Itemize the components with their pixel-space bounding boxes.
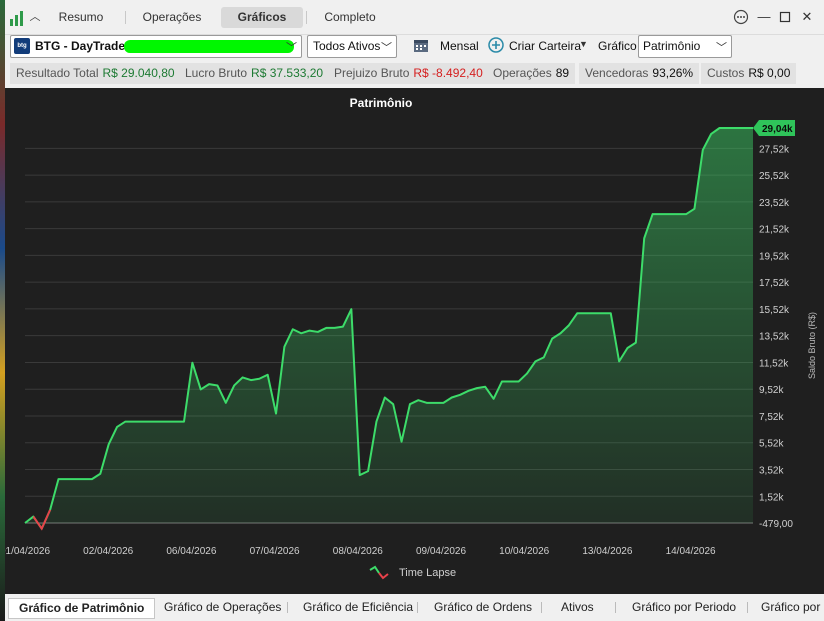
x-tick-label: 14/04/2026 — [666, 546, 716, 557]
tab-grafico-eficiencia[interactable]: Gráfico de Eficiência — [303, 598, 413, 617]
tab-graficos[interactable]: Gráficos — [221, 7, 303, 28]
stat-value: R$ -8.492,40 — [413, 66, 483, 80]
x-tick-label: 02/04/2026 — [83, 546, 133, 557]
stat-value: 89 — [555, 66, 570, 80]
series-area — [25, 128, 753, 529]
create-portfolio-button[interactable]: Criar Carteira — [509, 39, 581, 53]
account-select[interactable]: btg BTG - DayTrade ﹀ — [10, 35, 302, 58]
x-tick-label: 01/04/2026 — [5, 546, 50, 557]
summary-stats: Resultado Total R$ 29.040,80 Lucro Bruto R… — [5, 61, 824, 87]
bottom-tab-bar: Gráfico de Patrimônio Gráfico de Operaçõ… — [5, 595, 824, 621]
toolbar: btg BTG - DayTrade ﹀ Todos Ativos ﹀ Mens… — [5, 34, 824, 60]
y-tick-label: 27,52k — [759, 144, 790, 155]
y-tick-label: 13,52k — [759, 332, 790, 343]
tab-grafico-por-c[interactable]: Gráfico por C — [761, 598, 824, 617]
stat-label: Prejuizo Bruto — [334, 66, 410, 80]
y-tick-label: 5,52k — [759, 439, 784, 450]
x-tick-label: 08/04/2026 — [333, 546, 383, 557]
tab-separator — [541, 602, 542, 613]
tab-separator — [125, 11, 126, 24]
chart-app-icon — [10, 11, 23, 26]
stat-value: R$ 29.040,80 — [102, 66, 175, 80]
tab-ativos[interactable]: Ativos — [561, 598, 594, 617]
tab-separator — [747, 602, 748, 613]
stat-label: Vencedoras — [585, 66, 649, 80]
tab-grafico-periodo[interactable]: Gráfico por Periodo — [632, 598, 736, 617]
stat-value: 93,26% — [652, 66, 694, 80]
stat-prejuizo-bruto: Prejuizo Bruto R$ -8.492,40 — [328, 63, 489, 84]
more-icon[interactable] — [733, 9, 749, 25]
patrimonio-chart[interactable]: 27,52k 25,52k 23,52k 21,52k 19,52k 17,52k 15,5… — [5, 88, 824, 558]
close-icon[interactable]: ✕ — [799, 9, 815, 25]
y-axis-label: Saldo Bruto (R$) — [807, 312, 817, 379]
tab-grafico-ordens[interactable]: Gráfico de Ordens — [434, 598, 532, 617]
y-tick-label: 3,52k — [759, 465, 784, 476]
chevron-down-icon: ﹀ — [381, 42, 392, 54]
tab-resumo[interactable]: Resumo — [41, 7, 121, 28]
x-tick-label: 09/04/2026 — [416, 546, 466, 557]
tab-separator — [287, 602, 288, 613]
y-tick-label: 15,52k — [759, 305, 790, 316]
y-tick-label: 9,52k — [759, 385, 784, 396]
minimize-icon[interactable]: — — [756, 9, 772, 25]
maximize-icon[interactable] — [777, 9, 793, 25]
stat-vencedoras: Vencedoras 93,26% — [579, 63, 700, 84]
stat-value: R$ 0,00 — [748, 66, 791, 80]
tab-grafico-patrimonio[interactable]: Gráfico de Patrimônio — [8, 598, 156, 619]
account-name: BTG - DayTrade — [35, 39, 126, 53]
chevron-down-icon: ﹀ — [716, 42, 727, 54]
y-tick-label: 25,52k — [759, 171, 790, 182]
btg-logo-icon: btg — [14, 38, 30, 54]
caret-down-icon[interactable]: ▼ — [579, 39, 588, 49]
chart-type-label: Gráfico — [598, 39, 637, 53]
tab-operacoes[interactable]: Operações — [129, 7, 215, 28]
y-tick-label: -479,00 — [759, 519, 793, 530]
legend-label: Time Lapse — [399, 567, 457, 579]
stat-label: Lucro Bruto — [185, 66, 248, 80]
period-button[interactable]: Mensal — [440, 39, 479, 53]
y-tick-label: 21,52k — [759, 225, 790, 236]
y-tick-label: 19,52k — [759, 251, 790, 262]
x-tick-label: 07/04/2026 — [250, 546, 300, 557]
tab-completo[interactable]: Completo — [309, 7, 391, 28]
calendar-icon[interactable] — [413, 37, 429, 53]
asset-filter-select[interactable]: Todos Ativos ﹀ — [307, 35, 397, 58]
stat-label: Custos — [707, 66, 745, 80]
chevron-down-icon: ﹀ — [286, 42, 297, 54]
tab-separator — [615, 602, 616, 613]
x-tick-label: 10/04/2026 — [499, 546, 549, 557]
app-window: ︿ Resumo Operações Gráficos Completo — ✕… — [5, 0, 824, 621]
top-tab-bar: ︿ Resumo Operações Gráficos Completo — ✕ — [5, 0, 824, 35]
stat-value: R$ 37.533,20 — [251, 66, 324, 80]
chevron-up-icon[interactable]: ︿ — [29, 10, 41, 24]
current-value-label: 29,04k — [762, 124, 793, 135]
x-tick-label: 06/04/2026 — [166, 546, 216, 557]
x-tick-label: 13/04/2026 — [582, 546, 632, 557]
stat-custos: Custos R$ 0,00 — [701, 63, 797, 84]
chart-type-select[interactable]: Patrimônio ﹀ — [638, 35, 732, 58]
y-tick-label: 23,52k — [759, 198, 790, 209]
y-tick-label: 11,52k — [759, 358, 789, 369]
tab-separator — [417, 602, 418, 613]
add-circle-icon[interactable] — [488, 37, 504, 53]
account-redaction — [124, 40, 294, 53]
y-tick-label: 1,52k — [759, 492, 784, 503]
chart-panel: Patrimônio 27,52k 25,52k 23,52k 21,52k 19,52… — [5, 88, 824, 594]
stat-label: Resultado Total — [16, 66, 99, 80]
tab-grafico-operacoes[interactable]: Gráfico de Operações — [164, 598, 281, 617]
stat-label: Operações — [493, 66, 552, 80]
stat-lucro-bruto: Lucro Bruto R$ 37.533,20 — [179, 63, 330, 84]
stat-operacoes: Operações 89 — [487, 63, 576, 84]
asset-filter-value: Todos Ativos — [313, 39, 381, 53]
line-legend-icon — [369, 565, 389, 580]
y-tick-label: 17,52k — [759, 278, 790, 289]
stat-resultado-total: Resultado Total R$ 29.040,80 — [10, 63, 181, 84]
chart-type-value: Patrimônio — [643, 39, 701, 53]
tab-separator — [306, 11, 307, 24]
y-tick-label: 7,52k — [759, 412, 784, 423]
